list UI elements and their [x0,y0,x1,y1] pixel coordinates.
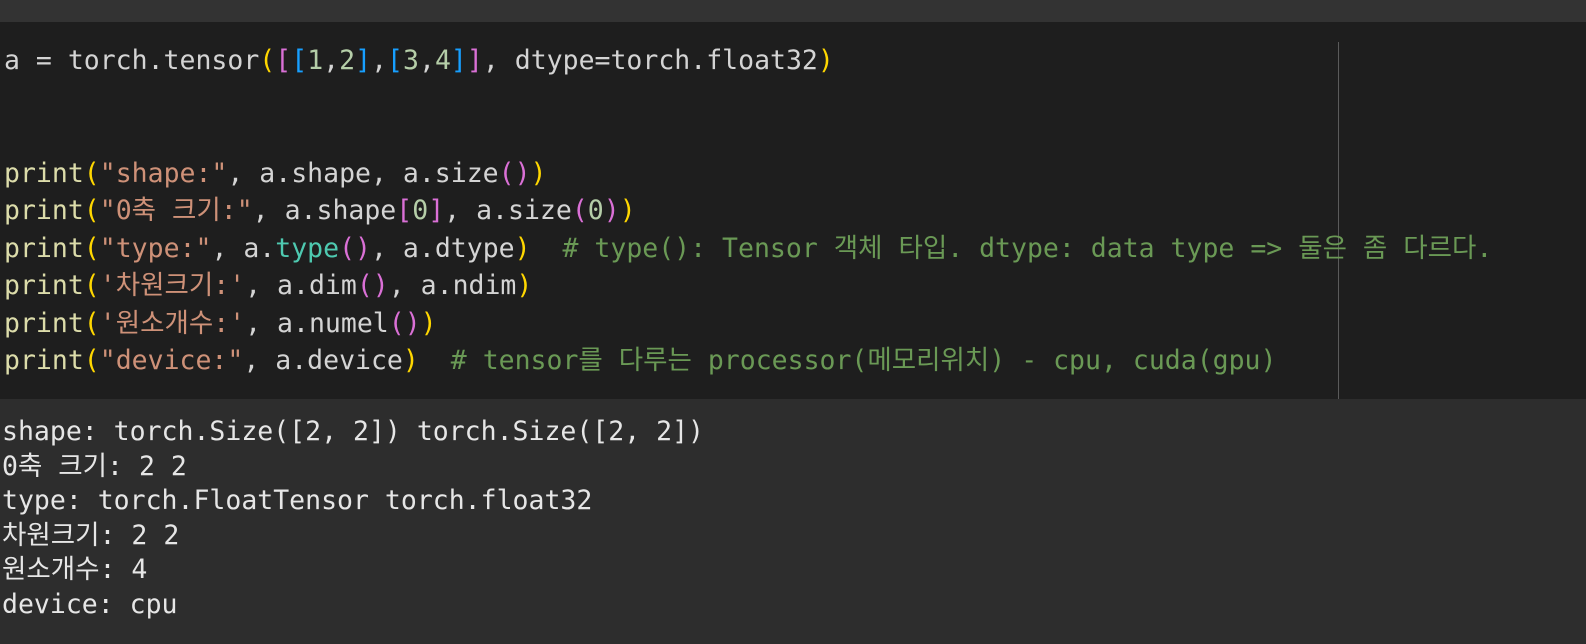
code-token: , a.device [243,345,403,376]
code-token: , [371,45,388,76]
code-token: () [388,307,421,339]
code-token: "type:" [99,232,212,264]
code-token: ] [466,45,483,76]
code-token: ) [603,195,620,226]
code-token: ) [516,270,533,301]
code-token: "shape:" [99,157,228,189]
output-line: device: cpu [2,588,178,620]
code-token: "0축 크기:" [99,195,253,226]
code-token: () [356,270,389,301]
code-token: [ [396,195,413,226]
cell-top-bar [0,0,1586,22]
code-token: ) [402,345,419,376]
code-token: print [4,307,84,339]
code-token: a = torch.tensor [4,45,260,76]
code-token: ) [619,195,636,226]
code-token: [ [387,45,403,76]
cell-output: shape: torch.Size([2, 2]) torch.Size([2,… [0,399,1586,644]
code-token: # type(): Tensor 객체 타입. dtype: data type… [562,232,1493,264]
code-token: # tensor를 다루는 processor(메모리위치) - cpu, cu… [450,345,1277,376]
code-token: ( [571,195,588,226]
code-token: ( [83,195,100,226]
code-token: ( [259,45,276,76]
line-length-ruler [1338,42,1339,399]
code-token: 0 [412,195,429,226]
code-token: ] [355,45,372,76]
code-token: , a.shape [252,195,397,226]
code-token: , a.dim [245,270,357,301]
code-token: ( [83,232,100,264]
code-token: 2 [339,45,356,76]
code-token: print [4,345,84,376]
code-token: [ [291,45,308,76]
code-token: 4 [434,45,451,76]
code-token: ) [514,232,531,264]
code-token: ( [83,307,100,339]
output-line: 원소개수: 4 [2,554,148,585]
code-token: "device:" [99,345,244,376]
code-token: print [4,232,84,264]
code-token: 3 [403,45,419,76]
code-token: , a.dtype [371,232,515,264]
code-line[interactable]: print('차원크기:', a.dim(), a.ndim) [4,267,532,305]
code-line[interactable]: a = torch.tensor([[1,2],[3,4]], dtype=to… [4,42,834,80]
code-token: , a.ndim [388,270,517,301]
code-token: 0 [587,195,604,226]
code-token: ) [817,45,834,76]
code-token: print [4,195,84,226]
code-token: , a.numel [245,307,389,339]
code-token: '원소개수:' [99,307,246,339]
code-line[interactable]: print("type:", a.type(), a.dtype) # type… [4,230,1492,268]
code-token: ] [450,45,467,76]
code-token: ( [83,270,100,301]
code-token: () [339,232,372,264]
code-line[interactable]: print("device:", a.device) # tensor를 다루는… [4,342,1276,380]
code-token: ) [420,307,437,339]
code-token: type [275,232,340,264]
code-token: , dtype=torch.float32 [482,45,818,76]
code-token: , a.shape, a.size [227,157,499,189]
code-token: ] [428,195,445,226]
code-line[interactable]: print("shape:", a.shape, a.size()) [4,155,547,193]
code-line[interactable]: print("0축 크기:", a.shape[0], a.size(0)) [4,192,636,230]
code-token: 1 [307,45,324,76]
code-token: () [498,157,531,189]
code-token: '차원크기:' [99,270,246,301]
code-token: ) [530,157,547,189]
output-line: 차원크기: 2 2 [2,519,180,551]
code-cell-editor[interactable]: a = torch.tensor([[1,2],[3,4]], dtype=to… [0,22,1586,399]
code-token: , a.size [444,195,572,226]
code-token: ( [83,157,100,189]
output-line: shape: torch.Size([2, 2]) torch.Size([2,… [2,416,704,447]
output-line: type: torch.FloatTensor torch.float32 [2,485,593,516]
code-token: , [323,45,340,76]
code-line[interactable]: print('원소개수:', a.numel()) [4,305,437,343]
code-token: , [418,45,435,76]
code-token: ( [83,345,100,376]
output-line: 0축 크기: 2 2 [2,450,187,482]
code-token: print [4,157,84,189]
code-token: [ [275,45,292,76]
code-token: print [4,270,84,301]
code-token: , a. [211,232,276,264]
